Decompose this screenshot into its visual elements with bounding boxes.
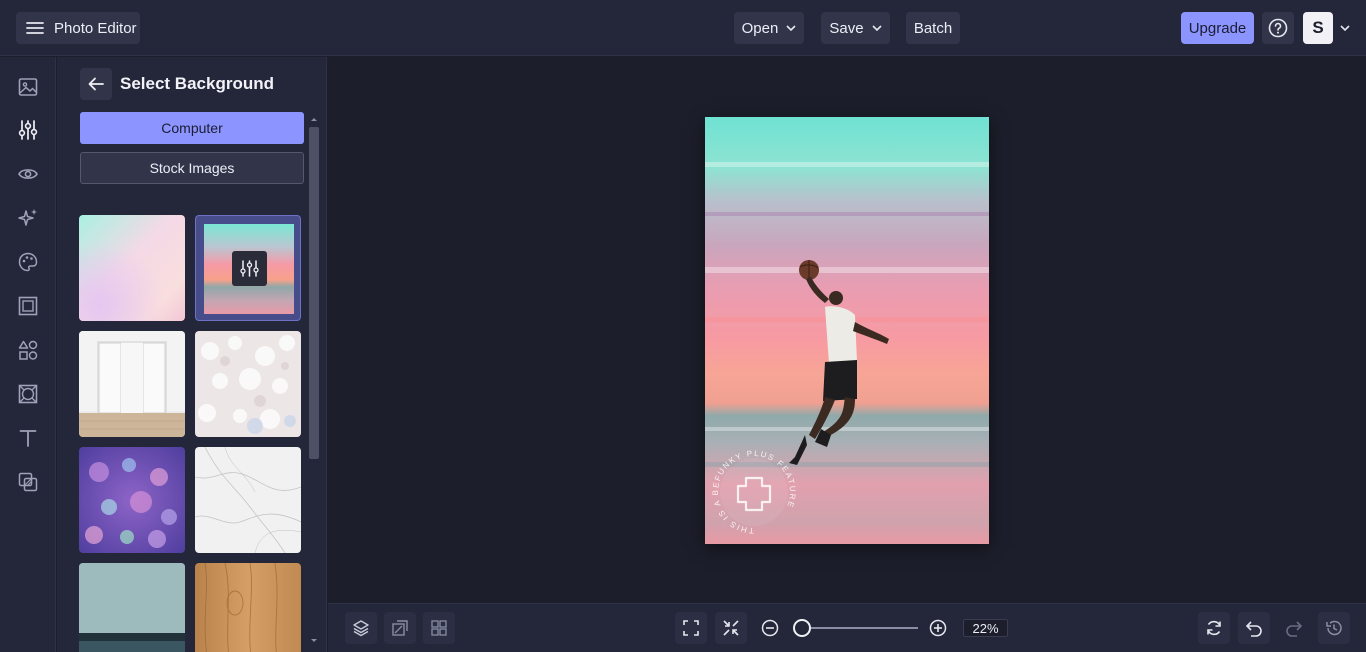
redo-icon xyxy=(1285,619,1303,637)
batch-button[interactable]: Batch xyxy=(906,12,960,44)
chevron-down-icon xyxy=(786,25,796,31)
background-thumbnail-bokeh-light[interactable] xyxy=(195,331,301,437)
reset-button[interactable] xyxy=(1198,612,1230,644)
save-button[interactable]: Save xyxy=(821,12,890,44)
fit-to-screen-button[interactable] xyxy=(675,612,707,644)
back-button[interactable] xyxy=(80,68,112,100)
zoom-in-icon xyxy=(929,619,947,637)
computer-button[interactable]: Computer xyxy=(80,112,304,144)
edited-photo[interactable]: THIS IS A BEFUNKY PLUS FEATURE xyxy=(705,117,989,544)
redo-button[interactable] xyxy=(1278,612,1310,644)
zoom-out-icon xyxy=(761,619,779,637)
refresh-icon xyxy=(1205,619,1223,637)
history-icon xyxy=(1325,619,1343,637)
background-thumbnail-purple-bokeh[interactable] xyxy=(79,447,185,553)
background-thumbnail-wood[interactable] xyxy=(195,563,301,652)
arrow-left-icon xyxy=(88,77,104,91)
scrollbar-thumb[interactable] xyxy=(309,127,319,459)
compare-button[interactable] xyxy=(384,612,416,644)
eye-icon[interactable] xyxy=(17,163,39,185)
background-thumbnail-pastel-gradient[interactable] xyxy=(79,215,185,321)
actual-size-button[interactable] xyxy=(715,612,747,644)
history-button[interactable] xyxy=(1318,612,1350,644)
sparkle-icon[interactable] xyxy=(17,207,39,229)
collapse-icon xyxy=(722,619,740,637)
expand-icon xyxy=(682,619,700,637)
top-bar xyxy=(0,0,1366,56)
sliders-icon[interactable] xyxy=(17,119,39,141)
adjust-sliders-icon[interactable] xyxy=(232,251,267,286)
help-icon xyxy=(1268,18,1288,38)
layers-overlay-icon[interactable] xyxy=(17,471,39,493)
app-menu-button[interactable]: Photo Editor xyxy=(16,12,140,44)
undo-icon xyxy=(1245,619,1263,637)
zoom-slider-track[interactable] xyxy=(796,627,918,629)
zoom-in-button[interactable] xyxy=(922,612,954,644)
layers-icon xyxy=(352,619,370,637)
background-thumbnail-sunset-sea-selected[interactable] xyxy=(195,215,301,321)
chevron-down-icon[interactable] xyxy=(1339,20,1353,36)
help-button[interactable] xyxy=(1262,12,1294,44)
background-thumbnail-teal-wall[interactable] xyxy=(79,563,185,652)
compare-icon xyxy=(391,619,409,637)
stock-images-button[interactable]: Stock Images xyxy=(80,152,304,184)
open-label: Open xyxy=(741,19,779,37)
undo-button[interactable] xyxy=(1238,612,1270,644)
background-thumbnail-white-room[interactable] xyxy=(79,331,185,437)
open-button[interactable]: Open xyxy=(734,12,804,44)
panel-title: Select Background xyxy=(120,74,274,93)
chevron-down-icon xyxy=(872,25,882,31)
zoom-value[interactable]: 22% xyxy=(963,619,1008,637)
image-icon[interactable] xyxy=(17,76,39,98)
palette-icon[interactable] xyxy=(17,251,39,273)
save-label: Save xyxy=(829,19,864,37)
grid-icon xyxy=(430,619,448,637)
background-panel: Select Background Computer Stock Images xyxy=(57,57,327,652)
texture-icon[interactable] xyxy=(17,383,39,405)
layers-button[interactable] xyxy=(345,612,377,644)
app-title: Photo Editor xyxy=(54,19,137,37)
zoom-out-button[interactable] xyxy=(754,612,786,644)
shapes-icon[interactable] xyxy=(17,339,39,361)
grid-view-button[interactable] xyxy=(423,612,455,644)
hamburger-icon xyxy=(26,21,44,35)
avatar[interactable]: S xyxy=(1303,12,1333,44)
frame-icon[interactable] xyxy=(17,295,39,317)
upgrade-button[interactable]: Upgrade xyxy=(1181,12,1254,44)
background-thumbnail-marble[interactable] xyxy=(195,447,301,553)
zoom-slider-handle[interactable] xyxy=(793,619,811,637)
text-icon[interactable] xyxy=(17,427,39,449)
